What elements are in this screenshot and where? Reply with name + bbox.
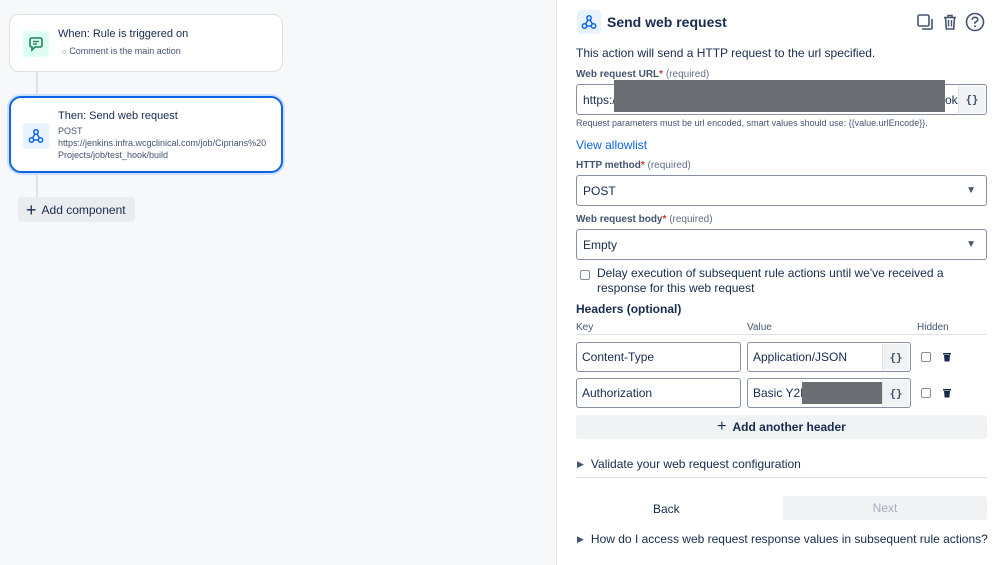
- add-header-button[interactable]: + Add another header: [576, 415, 987, 439]
- view-allowlist-link[interactable]: View allowlist: [576, 138, 647, 152]
- body-select[interactable]: Empty ▼: [576, 229, 987, 260]
- trash-icon[interactable]: [942, 388, 952, 398]
- validate-expander[interactable]: ▶ Validate your web request configuratio…: [577, 457, 801, 471]
- delay-checkbox-label: Delay execution of subsequent rule actio…: [597, 266, 944, 295]
- add-component-label: Add component: [41, 202, 126, 217]
- delay-checkbox[interactable]: [580, 270, 590, 280]
- bullet-icon: ○: [62, 49, 67, 56]
- divider: [576, 334, 987, 335]
- rule-canvas: When: Rule is triggered on ○ Comment is t…: [0, 0, 556, 565]
- faq-expander[interactable]: ▶ How do I access web request response v…: [577, 532, 988, 546]
- header-value-input[interactable]: Basic Y2R {}: [747, 378, 911, 408]
- panel-title: Send web request: [607, 14, 727, 30]
- trigger-subtitle: ○ Comment is the main action: [62, 46, 181, 56]
- trash-icon[interactable]: [939, 11, 961, 33]
- hidden-checkbox[interactable]: [921, 388, 931, 398]
- validate-label: Validate your web request configuration: [590, 457, 801, 471]
- copy-icon[interactable]: [914, 11, 936, 33]
- webhook-icon: [577, 10, 601, 34]
- smart-value-button[interactable]: {}: [958, 86, 985, 113]
- method-field-label: HTTP method* (required): [576, 160, 691, 171]
- smart-value-button[interactable]: {}: [882, 380, 909, 406]
- panel-description: This action will send a HTTP request to …: [576, 46, 876, 60]
- url-helper-text: Request parameters must be url encoded, …: [576, 118, 928, 128]
- plus-icon: +: [26, 199, 37, 220]
- webhook-icon: [23, 123, 49, 149]
- next-button[interactable]: Next: [783, 496, 987, 520]
- action-config-panel: Send web request This action will send a…: [556, 0, 998, 565]
- col-header-key: Key: [576, 322, 594, 333]
- trigger-title: When: Rule is triggered on: [58, 28, 189, 40]
- action-title: Then: Send web request: [58, 110, 178, 122]
- method-value: POST: [583, 183, 616, 198]
- hidden-checkbox[interactable]: [921, 352, 931, 362]
- headers-title: Headers (optional): [576, 302, 682, 316]
- connector-line: [36, 72, 38, 98]
- plus-icon: +: [717, 418, 727, 435]
- trash-icon[interactable]: [942, 352, 952, 362]
- url-field-label: Web request URL* (required): [576, 69, 710, 80]
- col-header-value: Value: [747, 322, 772, 333]
- header-value-input[interactable]: Application/JSON {}: [747, 342, 911, 372]
- body-value: Empty: [583, 237, 618, 252]
- add-header-label: Add another header: [732, 420, 846, 434]
- url-input[interactable]: https:/ ok/ {}: [576, 80, 987, 115]
- action-url-line2: Projects/job/test_hook/build: [58, 150, 169, 160]
- comment-icon: [23, 31, 49, 57]
- header-key-input[interactable]: Content-Type: [576, 342, 741, 372]
- connector-line: [36, 172, 38, 198]
- col-header-hidden: Hidden: [917, 322, 949, 333]
- body-field-label: Web request body* (required): [576, 214, 713, 225]
- redacted-block: [614, 80, 945, 112]
- add-component-button[interactable]: + Add component: [18, 197, 135, 222]
- smart-value-button[interactable]: {}: [882, 344, 909, 370]
- chevron-down-icon: ▼: [966, 239, 976, 250]
- redacted-block: [802, 382, 882, 404]
- back-button[interactable]: Back: [653, 502, 680, 516]
- faq-label: How do I access web request response val…: [590, 532, 988, 546]
- action-method: POST: [58, 126, 83, 136]
- chevron-right-icon: ▶: [577, 458, 584, 469]
- action-url-line1: https://jenkins.infra.wcgclinical.com/jo…: [58, 138, 267, 148]
- chevron-right-icon: ▶: [577, 533, 584, 544]
- header-key-input[interactable]: Authorization: [576, 378, 741, 408]
- chevron-down-icon: ▼: [966, 185, 976, 196]
- help-icon[interactable]: [964, 11, 986, 33]
- url-value-start: https:/: [583, 92, 616, 107]
- trigger-card[interactable]: When: Rule is triggered on ○ Comment is t…: [9, 14, 283, 72]
- divider: [576, 477, 987, 478]
- action-card[interactable]: Then: Send web request POST https://jenk…: [9, 96, 283, 173]
- method-select[interactable]: POST ▼: [576, 175, 987, 206]
